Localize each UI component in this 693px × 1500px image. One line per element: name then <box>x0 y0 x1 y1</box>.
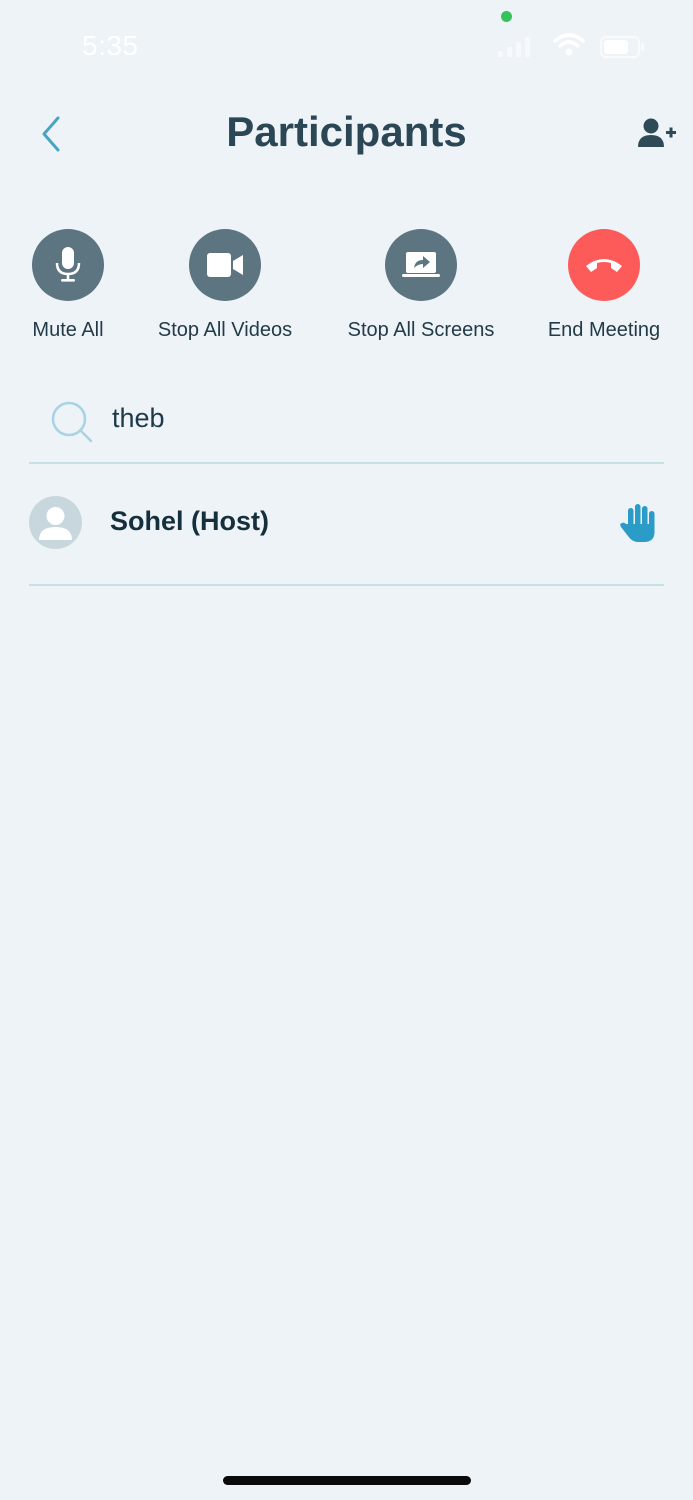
stop-all-screens-circle <box>385 229 457 301</box>
user-avatar-icon <box>39 507 72 540</box>
share-screen-icon <box>402 252 440 277</box>
search-icon <box>51 401 93 443</box>
stop-all-screens-label: Stop All Screens <box>347 319 495 341</box>
end-meeting-button[interactable]: End Meeting <box>542 229 666 342</box>
hang-up-icon <box>586 259 622 272</box>
avatar <box>29 496 82 549</box>
cellular-signal-icon <box>498 37 530 57</box>
participant-divider <box>29 584 664 586</box>
stop-all-videos-button[interactable]: Stop All Videos <box>150 229 300 342</box>
screen: 5:35 Participants Mute All Stop All Vide… <box>0 0 693 1500</box>
stop-all-videos-circle <box>189 229 261 301</box>
home-indicator <box>223 1476 471 1485</box>
wifi-icon <box>553 33 585 56</box>
search-divider <box>29 462 664 464</box>
add-user-icon <box>638 118 676 147</box>
search-input[interactable] <box>112 396 652 440</box>
mute-all-circle <box>32 229 104 301</box>
mute-all-button[interactable]: Mute All <box>27 229 109 342</box>
mic-icon <box>55 247 81 282</box>
page-title: Participants <box>226 108 467 155</box>
stop-all-screens-button[interactable]: Stop All Screens <box>341 229 501 342</box>
battery-icon <box>600 36 644 58</box>
end-meeting-circle <box>568 229 640 301</box>
status-time: 5:35 <box>82 30 139 61</box>
add-participant-button[interactable] <box>637 117 677 149</box>
stop-all-videos-label: Stop All Videos <box>157 319 293 341</box>
privacy-indicator-dot <box>501 11 512 22</box>
raised-hand-icon <box>620 504 655 542</box>
participant-row[interactable]: Sohel (Host) <box>29 468 664 582</box>
video-camera-icon <box>207 253 243 277</box>
participant-name: Sohel (Host) <box>110 506 269 536</box>
end-meeting-label: End Meeting <box>547 319 661 341</box>
mute-all-label: Mute All <box>32 319 104 341</box>
